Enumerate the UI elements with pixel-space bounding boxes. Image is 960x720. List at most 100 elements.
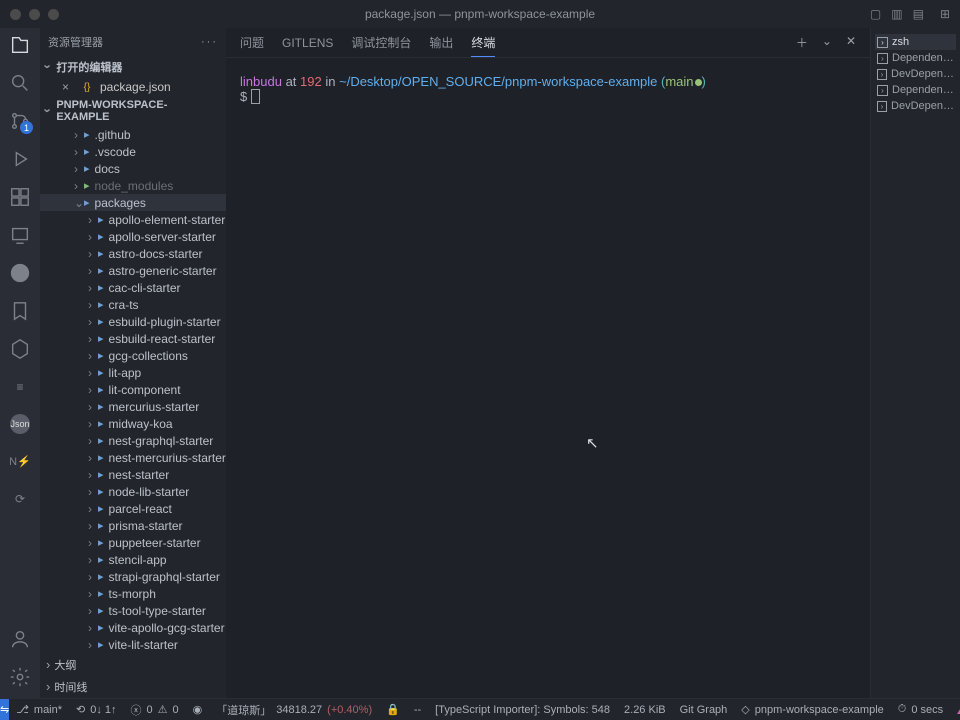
remote-indicator[interactable]: ⇋ [0, 699, 9, 720]
toggle-sidebar-icon[interactable]: ▥ [891, 7, 902, 21]
terminal-icon: › [877, 53, 888, 64]
bookmark-icon[interactable] [9, 300, 31, 322]
toggle-panel-icon[interactable]: ▢ [870, 7, 881, 21]
open-editors-section[interactable]: 打开的编辑器 [40, 56, 226, 78]
terminal-icon: › [877, 37, 888, 48]
tree-folder[interactable]: ›▸nest-mercurius-starter [40, 449, 226, 466]
layout-controls: ▢ ▥ ▤ ⊞ [870, 7, 950, 21]
tree-folder[interactable]: ›▸.vscode [40, 143, 226, 160]
status-broadcast-icon[interactable]: ◉ [186, 703, 210, 716]
tree-folder[interactable]: ›▸ts-morph [40, 585, 226, 602]
tree-folder[interactable]: ›▸esbuild-plugin-starter [40, 313, 226, 330]
terminal-instance[interactable]: ›Dependen… [875, 50, 956, 66]
status-branch[interactable]: ⎇main* [9, 703, 69, 716]
status-tabnine[interactable]: tabnine [950, 704, 960, 716]
status-project[interactable]: ◇pnpm-workspace-example [734, 703, 890, 716]
toggle-secondary-icon[interactable]: ▤ [913, 7, 924, 21]
gear-icon[interactable] [9, 666, 31, 688]
customize-layout-icon[interactable]: ⊞ [940, 7, 950, 21]
terminal-path: ~/Desktop/OPEN_SOURCE/pnpm-workspace-exa… [339, 74, 657, 89]
json-circle-icon[interactable]: Json [10, 414, 30, 434]
terminal-user: linbudu [240, 74, 282, 89]
tree-folder[interactable]: ›▸puppeteer-starter [40, 534, 226, 551]
tree-folder[interactable]: ›▸astro-docs-starter [40, 245, 226, 262]
terminal-instance[interactable]: ›Dependen… [875, 82, 956, 98]
status-errors[interactable]: ⓧ0⚠0 [124, 702, 186, 718]
tree-folder[interactable]: ›▸apollo-element-starter [40, 211, 226, 228]
explorer-icon[interactable] [9, 34, 31, 56]
debug-icon[interactable] [9, 148, 31, 170]
close-editor-icon[interactable]: × [62, 80, 74, 94]
tree-folder[interactable]: ›▸lit-app [40, 364, 226, 381]
status-git-graph[interactable]: Git Graph [673, 704, 735, 716]
tree-folder[interactable]: ›▸apollo-server-starter [40, 228, 226, 245]
source-control-icon[interactable]: 1 [9, 110, 31, 132]
account-icon[interactable] [9, 628, 31, 650]
tree-folder[interactable]: ›▸node_modules [40, 177, 226, 194]
tree-folder[interactable]: ›▸nest-graphql-starter [40, 432, 226, 449]
status-ts-importer[interactable]: [TypeScript Importer]: Symbols: 548 [428, 704, 617, 716]
sliders-icon[interactable]: ≡ [9, 376, 31, 398]
explorer-more-icon[interactable]: ··· [201, 36, 218, 48]
editor-area: 问题 GITLENS 调试控制台 输出 终端 ＋ ⌄ ✕ linbudu at … [226, 28, 870, 698]
search-icon[interactable] [9, 72, 31, 94]
tree-folder[interactable]: ›▸vite-lit-starter [40, 636, 226, 653]
hex-icon[interactable] [9, 338, 31, 360]
close-panel-icon[interactable]: ✕ [846, 34, 856, 51]
outline-section[interactable]: 大纲 [40, 654, 226, 676]
terminal-icon: › [877, 101, 887, 112]
tree-folder[interactable]: ›▸stencil-app [40, 551, 226, 568]
close-window[interactable] [10, 9, 21, 20]
tree-folder[interactable]: ›▸lit-component [40, 381, 226, 398]
tree-folder[interactable]: ›▸.github [40, 126, 226, 143]
github-icon[interactable] [9, 262, 31, 284]
terminal-instance[interactable]: ›DevDepen… [875, 66, 956, 82]
terminal-instance[interactable]: ›DevDepen… [875, 98, 956, 114]
tree-folder[interactable]: ›▸vite-apollo-gcg-starter [40, 619, 226, 636]
tree-folder[interactable]: ›▸prisma-starter [40, 517, 226, 534]
tree-folder[interactable]: ⌄▸packages [40, 194, 226, 211]
file-tree[interactable]: ›▸.github›▸.vscode›▸docs›▸node_modules⌄▸… [40, 126, 226, 654]
titlebar: package.json — pnpm-workspace-example ▢ … [0, 0, 960, 28]
tree-folder[interactable]: ›▸nest-starter [40, 466, 226, 483]
new-terminal-icon[interactable]: ＋ [796, 34, 808, 51]
explorer-sidebar: 资源管理器 ··· 打开的编辑器 × {} package.json PNPM-… [40, 28, 226, 698]
status-lock-icon[interactable]: 🔒 [379, 703, 407, 716]
terminal-instance[interactable]: ›zsh [875, 34, 956, 50]
sync-icon[interactable]: ⟳ [9, 488, 31, 510]
nx-icon[interactable]: N⚡ [9, 450, 31, 472]
tree-folder[interactable]: ›▸node-lib-starter [40, 483, 226, 500]
tree-folder[interactable]: ›▸cra-ts [40, 296, 226, 313]
maximize-window[interactable] [48, 9, 59, 20]
tree-folder[interactable]: ›▸astro-generic-starter [40, 262, 226, 279]
timeline-section[interactable]: 时间线 [40, 676, 226, 698]
tree-folder[interactable]: ›▸cac-cli-starter [40, 279, 226, 296]
terminal-icon: › [877, 69, 887, 80]
tab-gitlens[interactable]: GITLENS [282, 36, 333, 50]
minimize-window[interactable] [29, 9, 40, 20]
tree-folder[interactable]: ›▸midway-koa [40, 415, 226, 432]
tree-folder[interactable]: ›▸ts-tool-type-starter [40, 602, 226, 619]
open-editor-item[interactable]: × {} package.json [40, 78, 226, 96]
status-stock[interactable]: 「道琼斯」34818.27(+0.40%) [209, 702, 379, 718]
status-clock[interactable]: ⏱0 secs [891, 703, 950, 716]
tab-problems[interactable]: 问题 [240, 34, 264, 51]
tab-debug-console[interactable]: 调试控制台 [351, 34, 411, 51]
status-sync[interactable]: ⟲0↓ 1↑ [69, 703, 124, 716]
tree-folder[interactable]: ›▸parcel-react [40, 500, 226, 517]
project-section[interactable]: PNPM-WORKSPACE-EXAMPLE [40, 96, 226, 126]
tree-folder[interactable]: ›▸strapi-graphql-starter [40, 568, 226, 585]
remote-explorer-icon[interactable] [9, 224, 31, 246]
tree-folder[interactable]: ›▸mercurius-starter [40, 398, 226, 415]
tab-output[interactable]: 输出 [429, 34, 453, 51]
traffic-lights [0, 9, 59, 20]
status-dashes: -- [407, 704, 428, 716]
tree-folder[interactable]: ›▸docs [40, 160, 226, 177]
tree-folder[interactable]: ›▸gcg-collections [40, 347, 226, 364]
terminal-view[interactable]: linbudu at 192 in ~/Desktop/OPEN_SOURCE/… [226, 58, 870, 698]
tab-terminal[interactable]: 终端 [471, 34, 495, 57]
extensions-icon[interactable] [9, 186, 31, 208]
terminal-dropdown-icon[interactable]: ⌄ [822, 34, 832, 51]
terminal-branch: main [665, 74, 693, 89]
tree-folder[interactable]: ›▸esbuild-react-starter [40, 330, 226, 347]
